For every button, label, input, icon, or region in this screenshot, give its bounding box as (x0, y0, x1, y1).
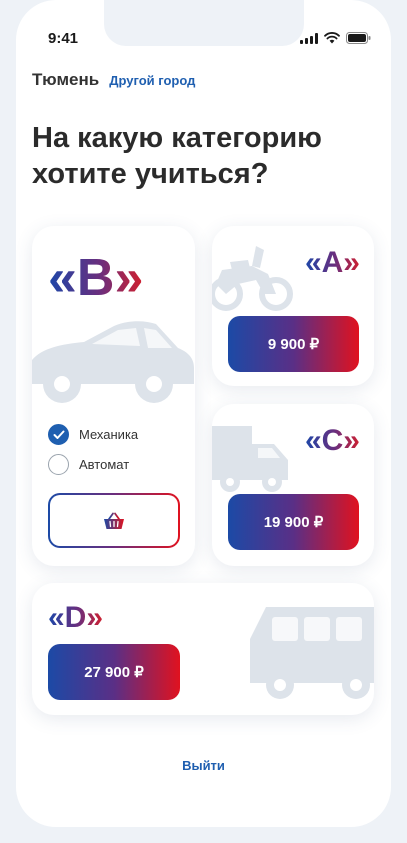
signal-icon (300, 32, 318, 44)
current-city: Тюмень (32, 70, 100, 89)
category-b-label: «B» (48, 249, 144, 307)
phone-frame: 9:41 Тюмень Другой город На какую катего… (0, 0, 407, 843)
basket-icon (104, 512, 124, 529)
category-a-card[interactable]: «A» 9 900 ₽ (212, 226, 374, 386)
location-row: Тюмень Другой город (32, 70, 195, 90)
wifi-icon (324, 32, 340, 44)
transmission-option-automatic[interactable]: Автомат (48, 454, 129, 475)
motorcycle-icon (212, 246, 293, 311)
transmission-option-label: Автомат (79, 457, 130, 472)
category-c-price-button[interactable]: 19 900 ₽ (228, 494, 359, 550)
add-to-basket-button[interactable] (48, 493, 180, 548)
category-c-label: «C» (304, 424, 360, 457)
truck-icon (212, 426, 288, 492)
battery-icon (346, 32, 371, 44)
category-a-label: «A» (304, 246, 360, 279)
logout-link[interactable]: Выйти (16, 758, 391, 773)
category-b-card[interactable]: «B» Механика Автомат (32, 226, 195, 566)
change-city-link[interactable]: Другой город (109, 73, 195, 88)
app-screen: 9:41 Тюмень Другой город На какую катего… (16, 0, 391, 827)
category-d-price-button[interactable]: 27 900 ₽ (48, 644, 180, 700)
device-notch (104, 0, 304, 46)
car-icon (32, 321, 194, 403)
radio-checked-icon[interactable] (48, 424, 69, 445)
category-d-card[interactable]: «D» 27 900 ₽ (32, 583, 374, 715)
category-c-card[interactable]: «C» 19 900 ₽ (212, 404, 374, 566)
transmission-option-manual[interactable]: Механика (48, 424, 138, 445)
transmission-option-label: Механика (79, 427, 139, 442)
radio-unchecked-icon[interactable] (48, 454, 69, 475)
status-icons (300, 32, 371, 44)
category-a-price-button[interactable]: 9 900 ₽ (228, 316, 359, 372)
bus-icon (250, 607, 374, 699)
status-time: 9:41 (48, 30, 79, 47)
category-d-label: «D» (48, 601, 104, 634)
page-title: На какую категорию хотите учиться? (32, 122, 322, 191)
